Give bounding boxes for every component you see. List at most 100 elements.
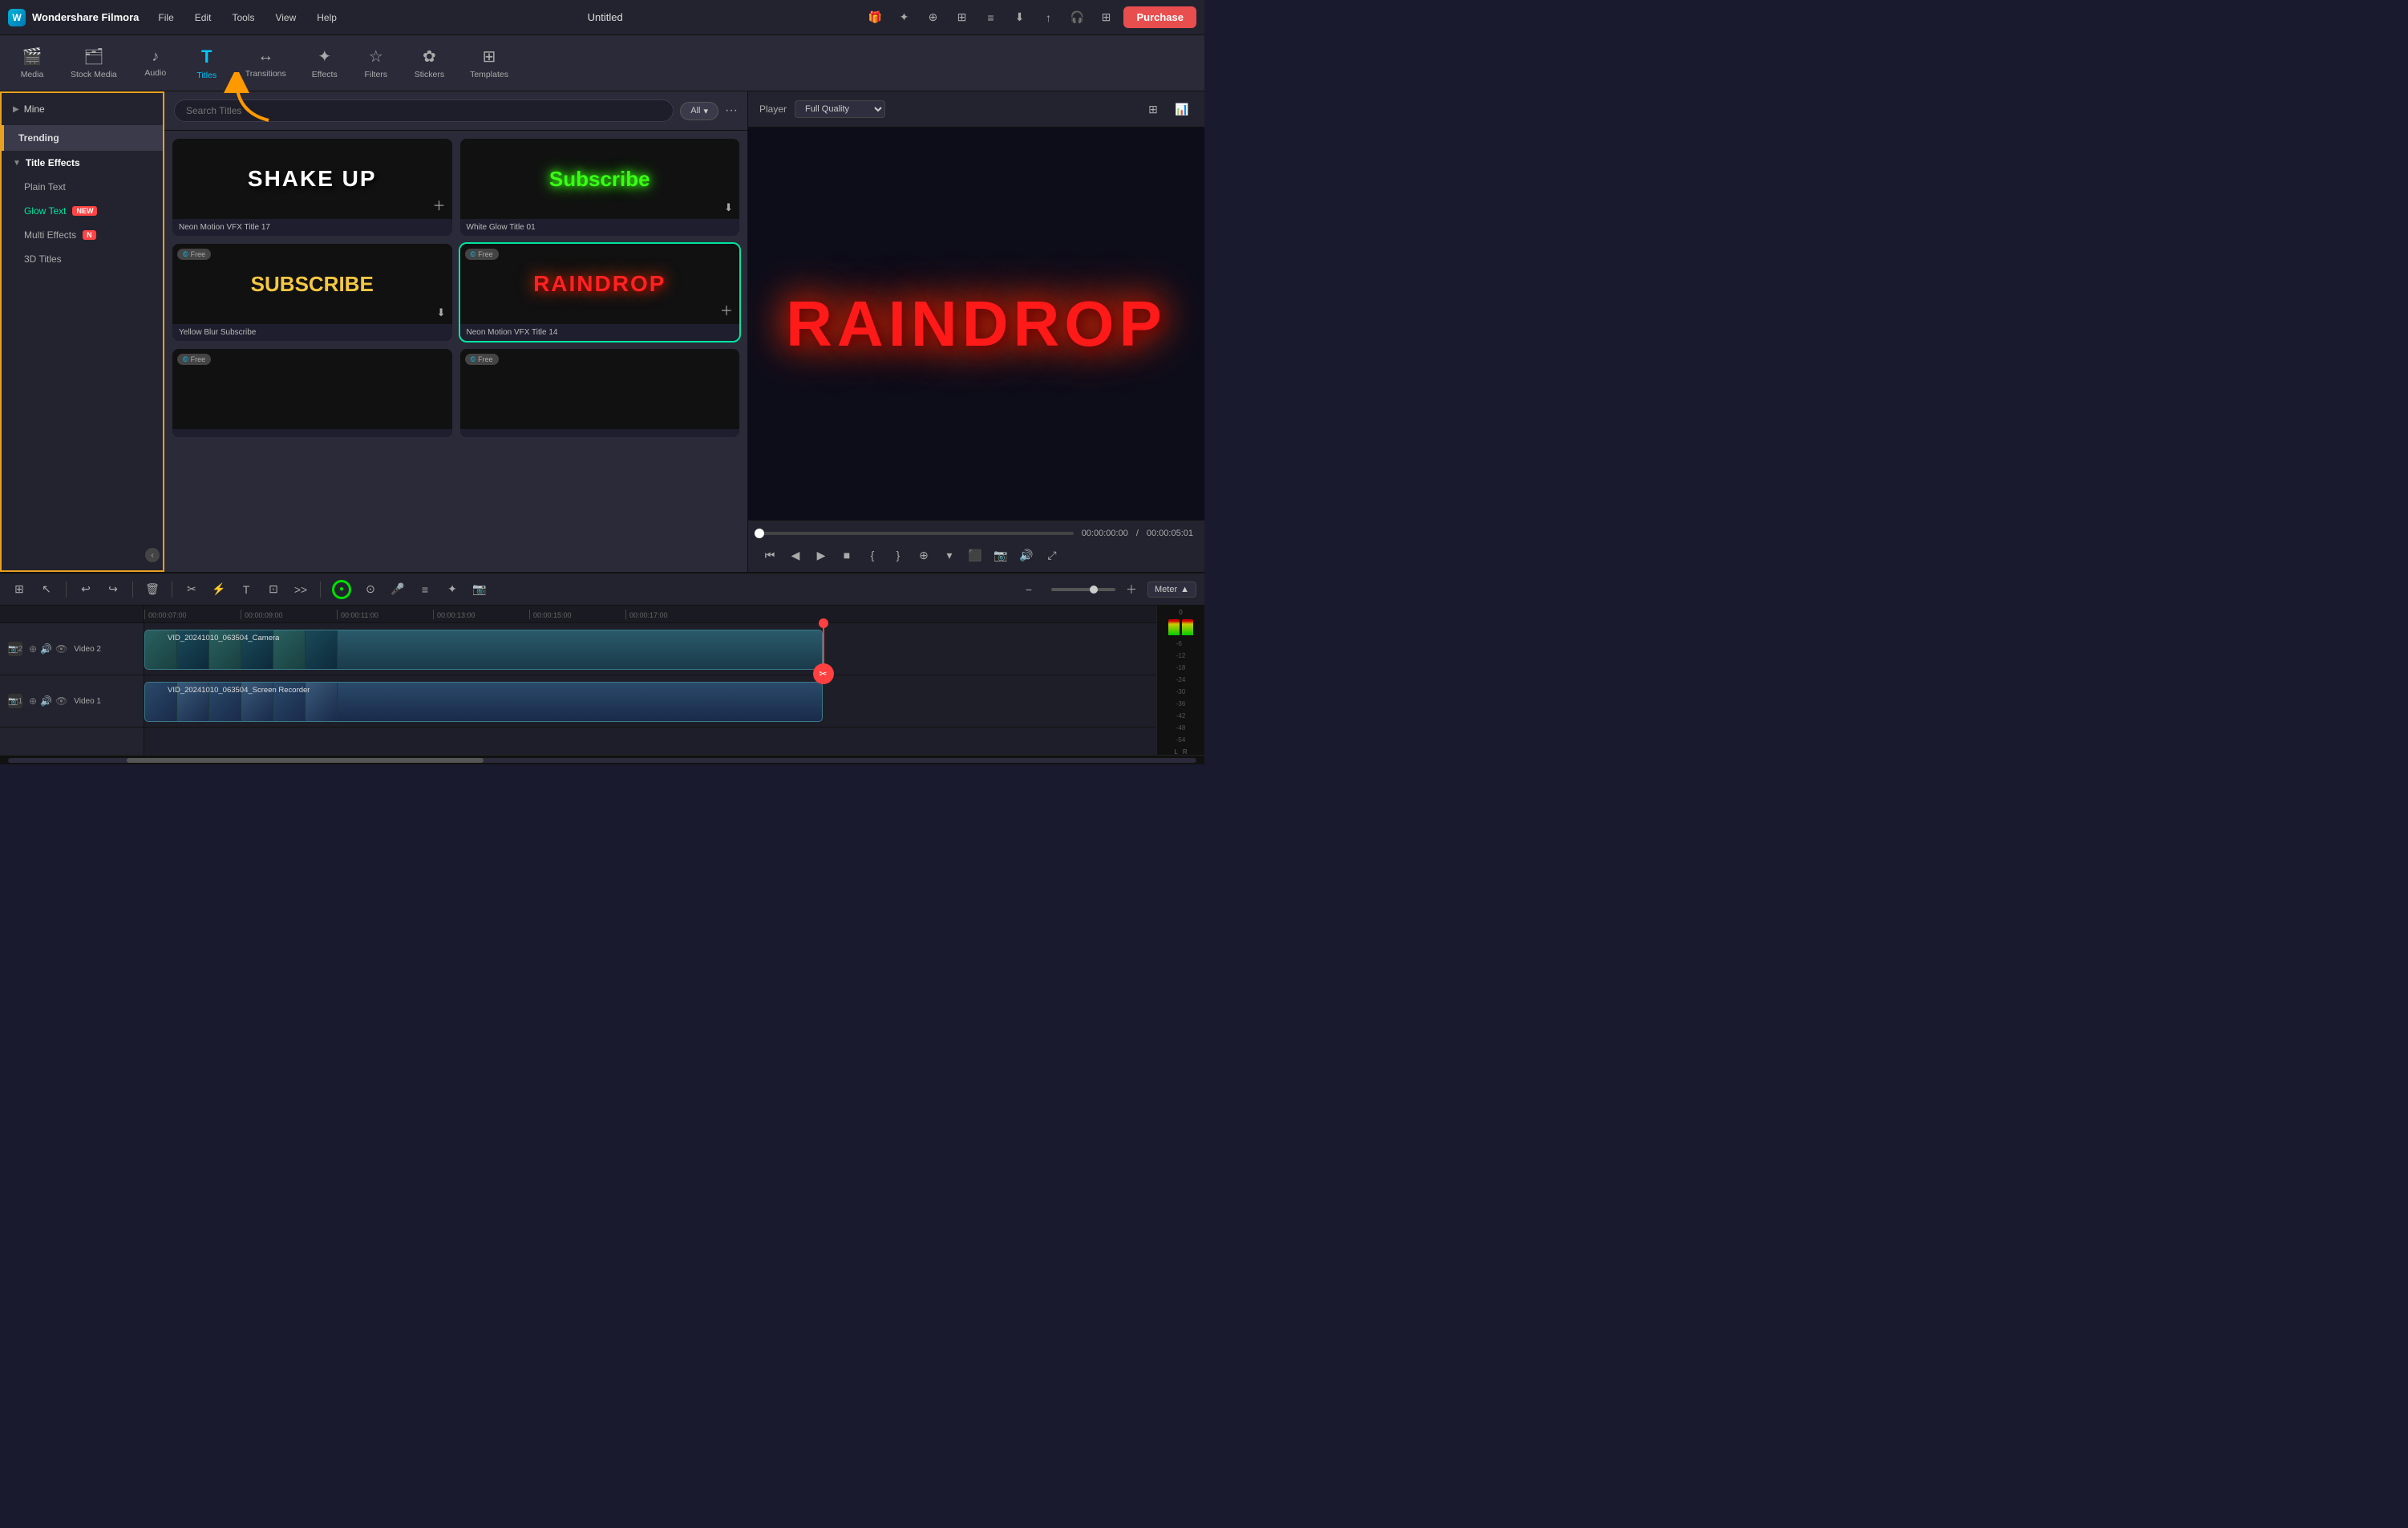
title-card-6[interactable]: © Free xyxy=(460,349,740,437)
tool-media[interactable]: 🎬 Media xyxy=(8,42,56,84)
track-eye-icon-2[interactable]: 👁 xyxy=(55,643,67,655)
progress-track[interactable] xyxy=(759,532,1074,535)
meter-label: Meter xyxy=(1155,585,1177,594)
playhead[interactable]: ✂ xyxy=(823,623,824,675)
search-filter-dropdown[interactable]: All ▾ xyxy=(680,102,718,120)
screenshot-icon[interactable]: 📊 xyxy=(1171,98,1193,120)
tool-titles[interactable]: T Titles xyxy=(183,42,231,85)
effects-icon: ✦ xyxy=(318,47,331,67)
snapshot-button[interactable]: 📷 xyxy=(990,545,1011,565)
grid-view-icon[interactable]: ⊞ xyxy=(1095,6,1117,29)
sidebar-item-glow-text[interactable]: Glow Text NEW xyxy=(2,199,163,223)
chevron-down-ctrl-icon[interactable]: ▾ xyxy=(939,545,960,565)
purchase-button[interactable]: Purchase xyxy=(1123,6,1196,28)
ai-cutout-icon[interactable]: ✦ xyxy=(441,578,463,601)
chapter-icon[interactable]: ≡ xyxy=(414,578,436,601)
fullscreen-button[interactable]: ⤢ xyxy=(1042,545,1062,565)
redo-button[interactable]: ↪ xyxy=(102,578,124,601)
menu-view[interactable]: View xyxy=(265,9,306,26)
title-card-2[interactable]: Subscribe ⬇ White Glow Title 01 xyxy=(460,139,740,236)
scissors-icon[interactable]: ✂ xyxy=(813,663,834,684)
title-card-4[interactable]: © Free RAINDROP ＋ Neon Motion VFX Title … xyxy=(460,244,740,341)
download-icon[interactable]: ⬇ xyxy=(1008,6,1030,29)
text-tool-icon[interactable]: T xyxy=(235,578,257,601)
video-clip-1[interactable]: ▶ VID_20241010_063504_Screen Recorder xyxy=(144,682,823,722)
track-mute-icon-1[interactable]: 🔊 xyxy=(40,695,52,707)
speedometer-icon[interactable]: ⊕ xyxy=(921,6,944,29)
title-card-1[interactable]: SHAKE UP ＋ Neon Motion VFX Title 17 xyxy=(172,139,452,236)
tool-filters[interactable]: ☆ Filters xyxy=(352,42,400,84)
meter-button[interactable]: Meter ▲ xyxy=(1147,582,1196,598)
progress-thumb[interactable] xyxy=(755,529,764,538)
track-add-icon-1[interactable]: ⊕ xyxy=(29,695,37,707)
bar-chart-icon[interactable]: ≡ xyxy=(979,6,1002,29)
sidebar-collapse-button[interactable]: ‹ xyxy=(145,548,160,562)
tool-effects[interactable]: ✦ Effects xyxy=(301,42,349,84)
sidebar-trending-item[interactable]: Trending xyxy=(2,125,163,151)
headphone-icon[interactable]: 🎧 xyxy=(1066,6,1088,29)
step-back-button[interactable]: ⏮ xyxy=(759,545,780,565)
more-tools-icon[interactable]: >> xyxy=(289,578,312,601)
card-download-btn-3[interactable]: ⬇ xyxy=(437,306,446,319)
tool-templates[interactable]: ⊞ Templates xyxy=(459,42,520,84)
menu-tools[interactable]: Tools xyxy=(222,9,264,26)
delete-button[interactable]: 🗑 xyxy=(141,578,164,601)
tool-stock-media[interactable]: 🗂 Stock Media xyxy=(59,42,128,84)
sidebar-title-effects-header[interactable]: ▼ Title Effects xyxy=(2,151,163,175)
sidebar-item-plain-text[interactable]: Plain Text xyxy=(2,175,163,199)
zoom-slider[interactable] xyxy=(1051,588,1115,591)
export-frame-button[interactable]: ⬛ xyxy=(965,545,985,565)
cut-button[interactable]: ✂ xyxy=(180,578,203,601)
sidebar-item-multi-effects[interactable]: Multi Effects N xyxy=(2,223,163,247)
zoom-in-button[interactable]: ＋ xyxy=(1120,578,1143,601)
card-add-btn-4[interactable]: ＋ xyxy=(720,300,733,319)
tool-stickers-label: Stickers xyxy=(415,70,444,79)
quality-select[interactable]: Full Quality Half Quality Quarter Qualit… xyxy=(795,100,885,118)
title-card-5[interactable]: © Free xyxy=(172,349,452,437)
mark-out-button[interactable]: } xyxy=(888,545,909,565)
video-clip-2[interactable]: ▶ VID_20241010_063504_Camera xyxy=(144,630,823,670)
play-button[interactable]: ▶ xyxy=(811,545,832,565)
scene-split-icon[interactable]: ⊞ xyxy=(8,578,30,601)
crop-icon[interactable]: ⊡ xyxy=(262,578,285,601)
card-add-btn-1[interactable]: ＋ xyxy=(432,195,445,214)
menu-help[interactable]: Help xyxy=(307,9,346,26)
cursor-icon[interactable]: ✦ xyxy=(892,6,915,29)
motion-track-icon[interactable]: ⊙ xyxy=(359,578,382,601)
tool-stickers[interactable]: ✿ Stickers xyxy=(403,42,455,84)
undo-button[interactable]: ↩ xyxy=(75,578,97,601)
search-input[interactable] xyxy=(174,99,674,122)
tool-audio[interactable]: ♪ Audio xyxy=(132,43,180,83)
app-logo-icon: W xyxy=(8,9,26,26)
tool-transitions[interactable]: ↔ Transitions xyxy=(234,43,297,83)
zoom-out-button[interactable]: − xyxy=(1018,578,1040,601)
menu-file[interactable]: File xyxy=(148,9,183,26)
track-mute-icon-2[interactable]: 🔊 xyxy=(40,643,52,655)
track-icons-2: ⊕ 🔊 👁 xyxy=(29,643,67,655)
search-more-button[interactable]: ··· xyxy=(725,103,738,118)
camera-icon[interactable]: 📷 xyxy=(468,578,491,601)
stop-button[interactable]: ■ xyxy=(836,545,857,565)
cursor-tool-icon[interactable]: ↖ xyxy=(35,578,58,601)
gift-icon[interactable]: 🎁 xyxy=(864,6,886,29)
volume-button[interactable]: 🔊 xyxy=(1016,545,1037,565)
menu-edit[interactable]: Edit xyxy=(185,9,221,26)
mic-icon[interactable]: 🎤 xyxy=(386,578,409,601)
mark-in-button[interactable]: { xyxy=(862,545,883,565)
multi-effects-label: Multi Effects xyxy=(24,229,76,241)
track-add-icon-2[interactable]: ⊕ xyxy=(29,643,37,655)
scroll-track[interactable] xyxy=(8,758,1196,763)
audio-detach-icon[interactable]: ⚡ xyxy=(208,578,230,601)
split-view-icon[interactable]: ⊞ xyxy=(1142,98,1164,120)
track-eye-icon-1[interactable]: 👁 xyxy=(55,695,67,707)
record-button[interactable]: ● xyxy=(332,580,351,599)
sidebar-mine-item[interactable]: ▶ Mine xyxy=(2,98,163,120)
share-icon[interactable]: ↑ xyxy=(1037,6,1059,29)
frame-back-button[interactable]: ◀ xyxy=(785,545,806,565)
card-download-btn-2[interactable]: ⬇ xyxy=(724,201,733,214)
title-card-3[interactable]: © Free SUBSCRIBE ⬇ Yellow Blur Subscribe xyxy=(172,244,452,341)
scroll-thumb[interactable] xyxy=(127,758,484,763)
sidebar-item-3d-titles[interactable]: 3D Titles xyxy=(2,247,163,271)
layout-icon[interactable]: ⊞ xyxy=(950,6,973,29)
add-to-timeline-button[interactable]: ⊕ xyxy=(913,545,934,565)
